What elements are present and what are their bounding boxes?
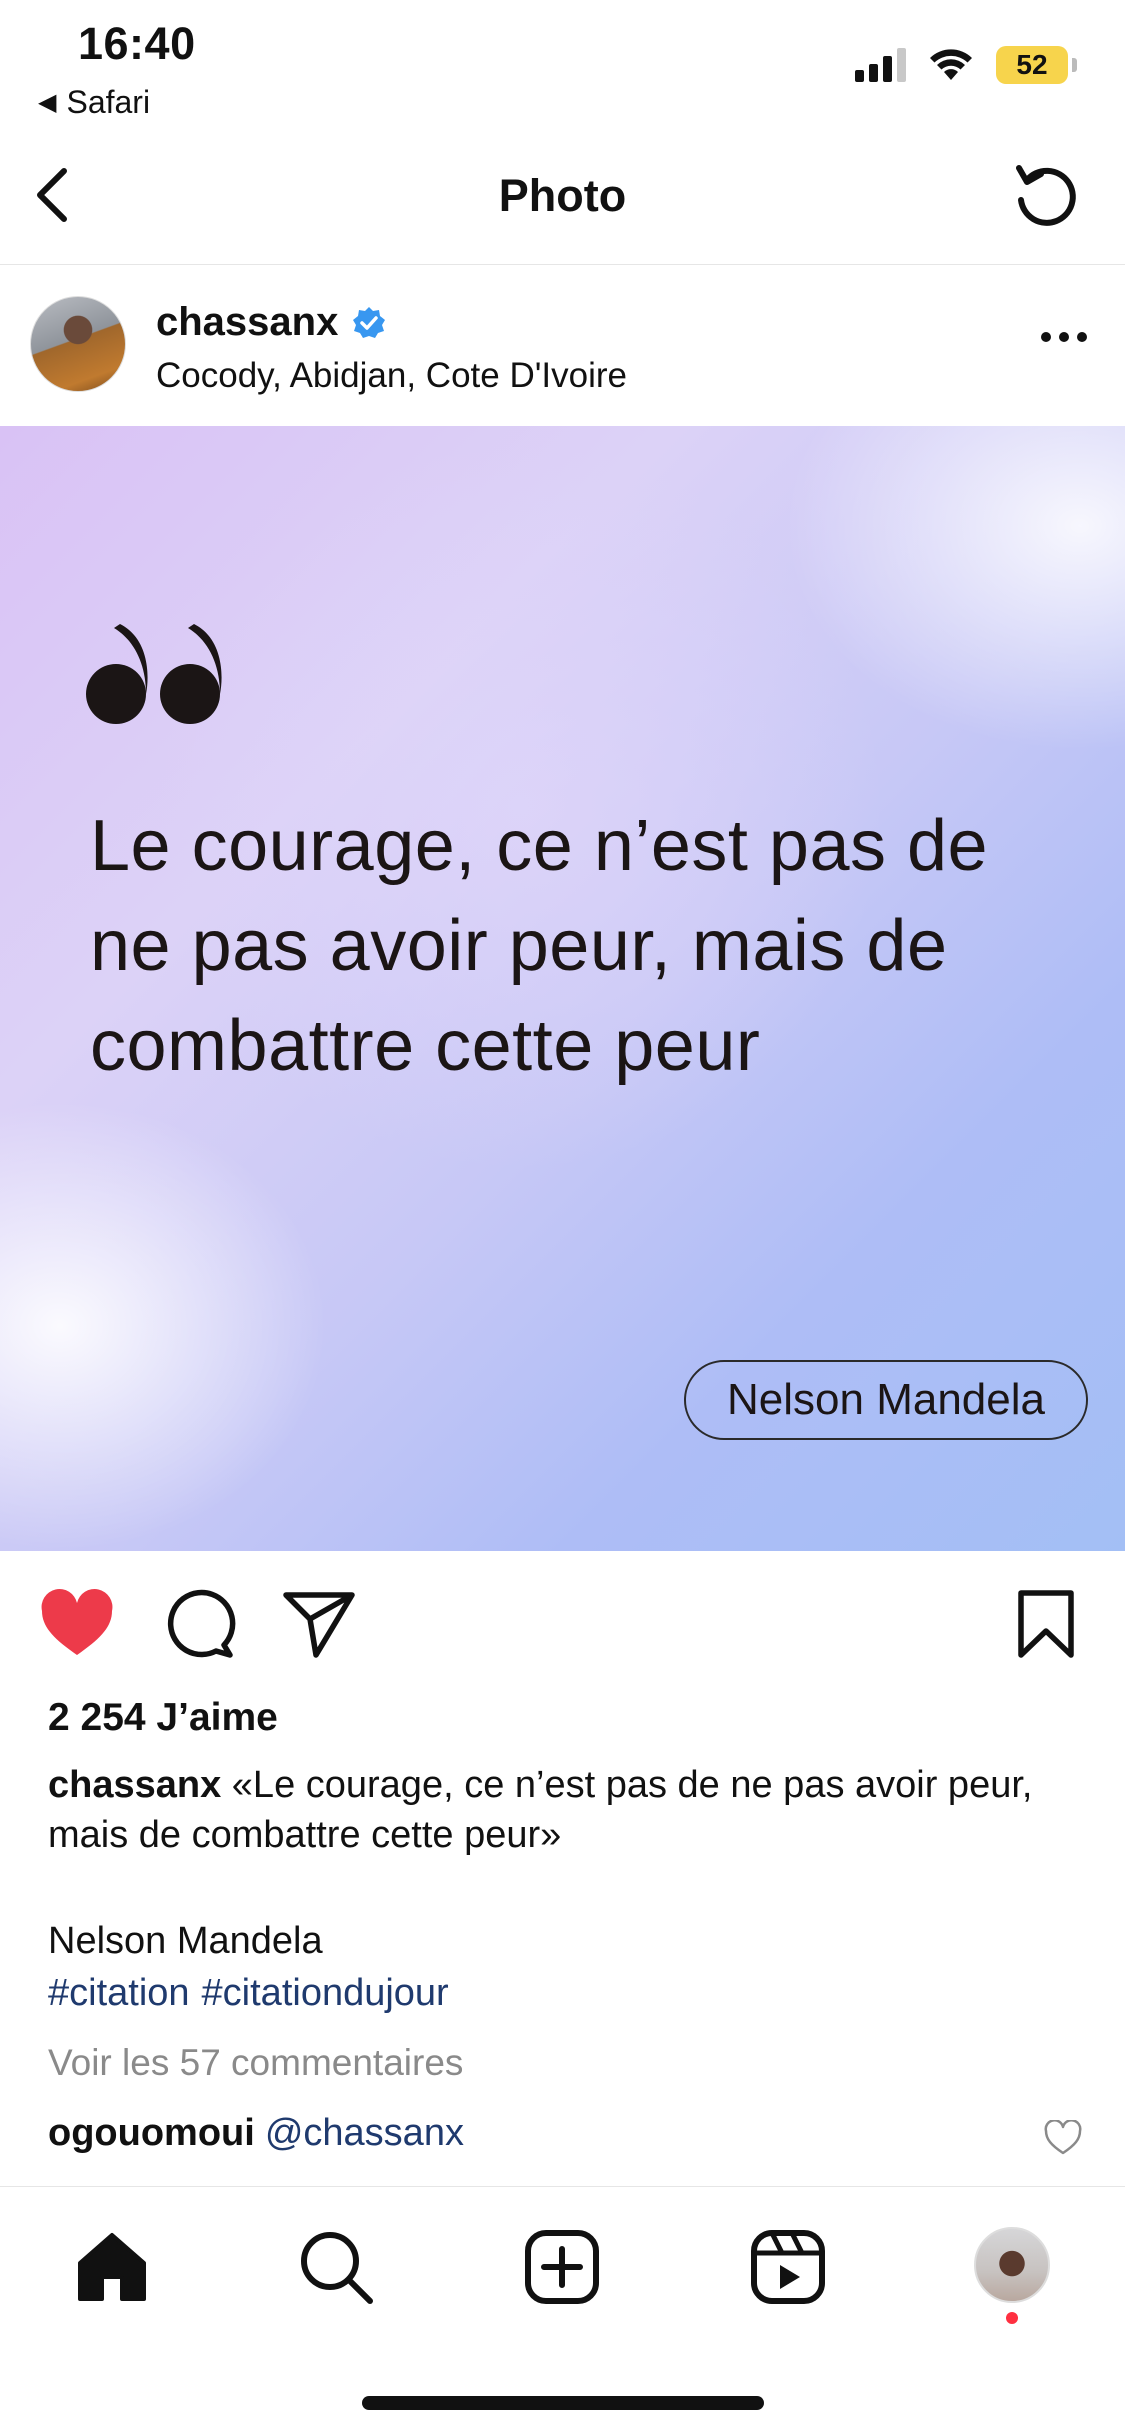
notification-dot: [1006, 2312, 1018, 2324]
comment-icon[interactable]: [160, 1589, 238, 1659]
post-header: chassanx Cocody, Abidjan, Cote D'Ivoire: [0, 266, 1125, 426]
post-image[interactable]: Le courage, ce n’est pas de ne pas avoir…: [0, 426, 1125, 1551]
search-icon[interactable]: [296, 2227, 376, 2307]
quote-text: Le courage, ce n’est pas de ne pas avoir…: [90, 806, 989, 1086]
nav-bar: Photo: [0, 130, 1125, 265]
top-comment: ogouomoui @chassanx: [48, 2112, 464, 2155]
bookmark-icon[interactable]: [1007, 1589, 1085, 1659]
caption-username[interactable]: chassanx: [48, 1764, 221, 1806]
heart-filled-icon[interactable]: [38, 1589, 116, 1659]
back-app-label: Safari: [66, 84, 151, 120]
more-options-icon[interactable]: [1041, 332, 1087, 342]
post-location[interactable]: Cocody, Abidjan, Cote D'Ivoire: [156, 356, 627, 396]
post-user-line: chassanx: [156, 300, 386, 345]
comment-mention[interactable]: @chassanx: [265, 2112, 464, 2154]
verified-badge-icon: [353, 306, 386, 338]
comment-like-heart-icon[interactable]: [1043, 2120, 1083, 2156]
quote-mark-icon: [86, 624, 222, 724]
view-comments-link[interactable]: Voir les 57 commentaires: [48, 2042, 463, 2084]
post-actions: [0, 1551, 1125, 1691]
status-bar: 16:40 ◀ Safari 52: [0, 0, 1125, 130]
comment-username[interactable]: ogouomoui: [48, 2112, 255, 2154]
quote-author-pill: Nelson Mandela: [684, 1360, 1088, 1440]
create-post-icon[interactable]: [522, 2227, 602, 2307]
back-to-app-link[interactable]: ◀ Safari: [38, 84, 150, 121]
battery-level: 52: [996, 46, 1068, 84]
likes-count[interactable]: 2 254 J’aime: [48, 1696, 278, 1740]
avatar[interactable]: [30, 296, 126, 392]
hashtag-link[interactable]: #citation: [48, 1972, 190, 2015]
reels-icon[interactable]: [748, 2227, 828, 2307]
battery-icon: 52: [996, 46, 1077, 84]
back-triangle-icon: ◀: [38, 89, 57, 116]
refresh-icon[interactable]: [1011, 162, 1083, 234]
caption-author: Nelson Mandela: [48, 1920, 323, 1962]
share-send-icon[interactable]: [280, 1589, 358, 1659]
cellular-signal-icon: [855, 48, 906, 82]
status-time: 16:40: [78, 18, 196, 69]
hashtags: #citation #citationdujour: [48, 1972, 449, 2015]
post-caption: chassanx «Le courage, ce n’est pas de ne…: [48, 1760, 1088, 1860]
home-icon[interactable]: [72, 2227, 152, 2307]
profile-tab-avatar[interactable]: [974, 2227, 1050, 2303]
post-username[interactable]: chassanx: [156, 300, 338, 345]
page-title: Photo: [498, 170, 627, 221]
hashtag-link[interactable]: #citationdujour: [202, 1972, 449, 2015]
status-indicators: 52: [855, 46, 1077, 84]
home-indicator[interactable]: [362, 2396, 764, 2410]
wifi-icon: [930, 49, 972, 80]
